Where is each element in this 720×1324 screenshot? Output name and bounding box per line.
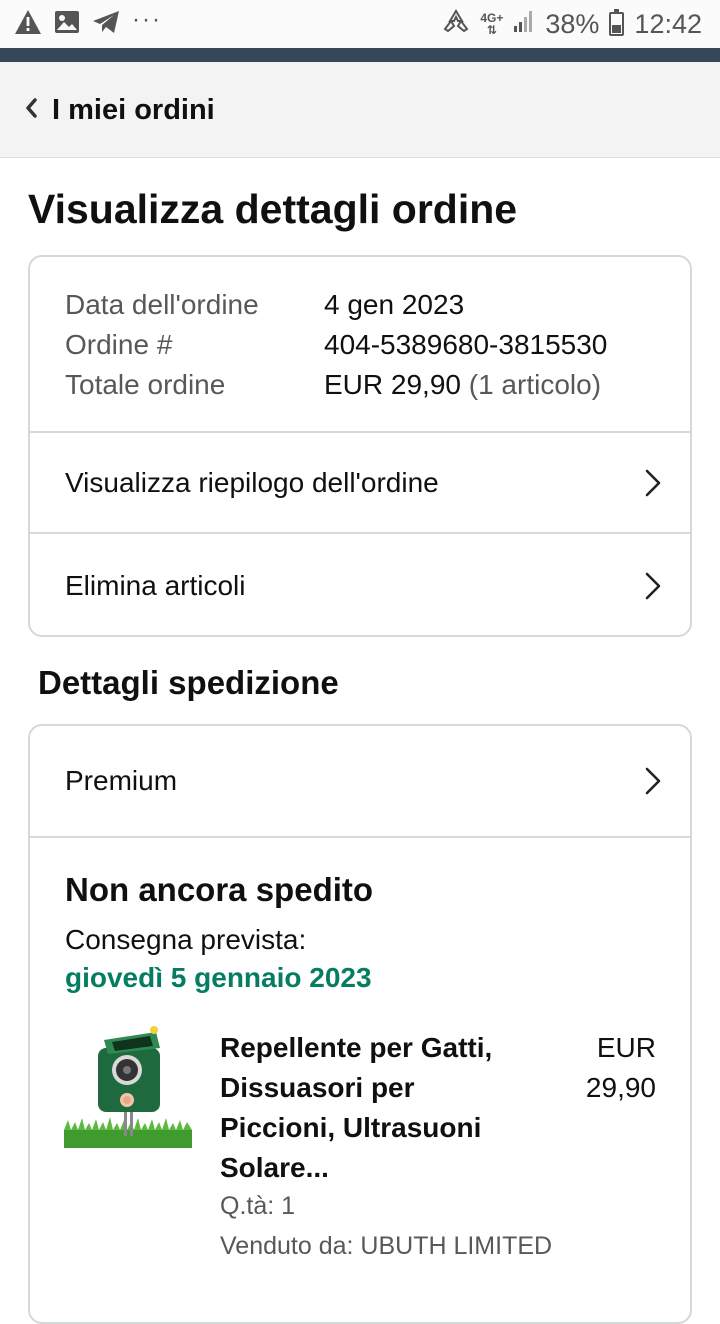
delivery-date: giovedì 5 gennaio 2023 <box>65 962 372 993</box>
chevron-right-icon <box>642 467 664 499</box>
order-info-card: Data dell'ordine 4 gen 2023 Ordine # 404… <box>28 255 692 637</box>
back-label: I miei ordini <box>52 93 215 126</box>
product-image[interactable] <box>64 1026 192 1154</box>
product-quantity: Q.tà: 1 <box>220 1192 296 1220</box>
chevron-right-icon <box>642 765 664 797</box>
delete-items-row[interactable]: Elimina articoli <box>30 534 690 635</box>
status-right: 4G+ ⇅ 38% 12:42 <box>442 6 702 42</box>
price-currency: EUR <box>596 1032 656 1063</box>
order-total-amount: EUR 29,90 <box>324 369 461 400</box>
header-strip <box>0 48 720 62</box>
order-total-row: Totale ordine EUR 29,90 (1 articolo) <box>65 369 601 401</box>
status-left-icons: ··· <box>14 6 162 40</box>
order-number-value: 404-5389680-3815530 <box>324 329 608 360</box>
battery-icon <box>609 9 625 36</box>
product-title[interactable]: Repellente per Gatti, Dissuasori per Pic… <box>220 1028 520 1188</box>
data-arrows: ⇅ <box>486 23 497 37</box>
status-bar: ··· 4G+ ⇅ 38% 12:42 <box>0 0 720 48</box>
shipping-section-title: Dettagli spedizione <box>38 664 339 701</box>
order-number-label: Ordine # <box>65 329 173 360</box>
more-dots-icon: ··· <box>132 6 162 33</box>
order-item-count: (1 articolo) <box>468 369 602 400</box>
order-total-value: EUR 29,90 (1 articolo) <box>324 369 601 401</box>
signal-icon <box>513 9 535 40</box>
image-icon <box>54 10 80 39</box>
warning-icon <box>14 9 42 40</box>
nav-header: I miei ordini <box>0 62 720 158</box>
delete-items-label: Elimina articoli <box>65 569 246 601</box>
product-price: EUR 29,90 <box>536 1028 656 1108</box>
shipping-method-label: Premium <box>65 765 178 796</box>
order-total-label: Totale ordine <box>65 369 226 400</box>
shipping-card: Premium Non ancora spedito Consegna prev… <box>28 724 692 1324</box>
chevron-left-icon <box>24 97 38 124</box>
delivery-label: Consegna prevista: <box>65 924 307 955</box>
price-value: 29,90 <box>585 1072 656 1103</box>
product-seller: Venduto da: UBUTH LIMITED <box>220 1232 553 1260</box>
back-button[interactable]: I miei ordini <box>24 82 215 138</box>
view-summary-label: Visualizza riepilogo dell'ordine <box>65 466 439 498</box>
clock: 12:42 <box>634 8 702 39</box>
chevron-right-icon <box>642 570 664 602</box>
shipment-status: Non ancora spedito <box>65 871 374 908</box>
recycle-icon <box>442 8 470 40</box>
order-date-label: Data dell'ordine <box>65 289 259 320</box>
network-indicator: 4G+ ⇅ <box>480 12 503 36</box>
view-summary-row[interactable]: Visualizza riepilogo dell'ordine <box>30 433 690 534</box>
order-date-value: 4 gen 2023 <box>324 289 465 320</box>
page-title: Visualizza dettagli ordine <box>28 186 518 232</box>
order-number-row: Ordine # 404-5389680-3815530 <box>65 329 607 361</box>
order-info: Data dell'ordine 4 gen 2023 Ordine # 404… <box>30 257 690 433</box>
telegram-icon <box>92 10 120 39</box>
order-date-row: Data dell'ordine 4 gen 2023 <box>65 289 464 321</box>
shipping-method-row[interactable]: Premium <box>30 726 690 838</box>
battery-percent: 38% <box>545 8 600 39</box>
